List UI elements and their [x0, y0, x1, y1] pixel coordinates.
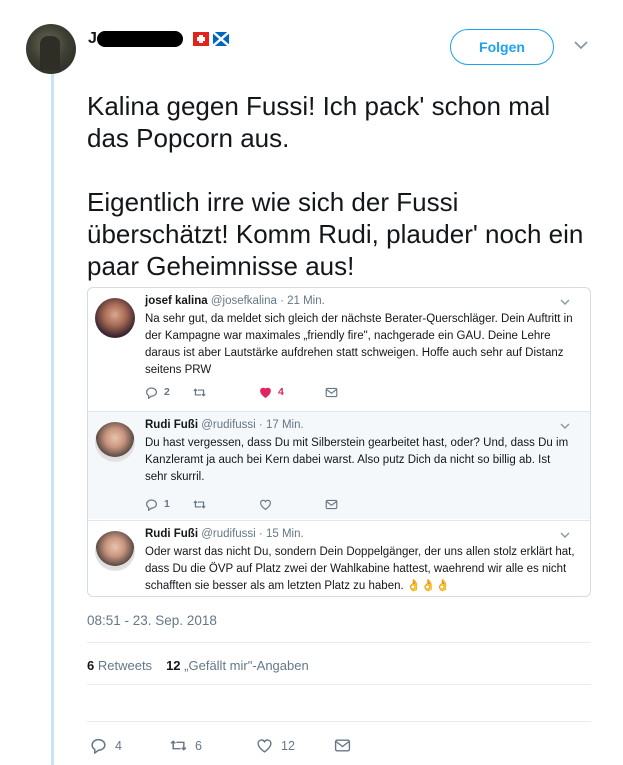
reply-action[interactable]: 1: [145, 498, 193, 511]
retweet-icon: [193, 499, 206, 509]
tweet-paragraph-2: Eigentlich irre wie sich der Fussi übers…: [87, 187, 584, 281]
reply-actions: 1: [145, 496, 338, 512]
thread-connector-line: [51, 74, 54, 765]
separator-dot: ·: [258, 419, 263, 431]
like-action[interactable]: [259, 498, 325, 511]
retweet-action[interactable]: [193, 498, 259, 511]
chevron-down-icon[interactable]: [560, 423, 570, 430]
quoted-reply[interactable]: Rudi Fußi @rudifussi · 17 Min. Du hast v…: [88, 411, 590, 519]
message-action[interactable]: [325, 386, 338, 399]
comment-icon: [91, 738, 106, 754]
retweet-button[interactable]: 6: [170, 737, 256, 754]
quoted-thread-card[interactable]: josef kalina @josefkalina · 21 Min. Na s…: [87, 287, 591, 597]
likes-stat-count: 12: [166, 658, 181, 673]
heart-icon: [260, 387, 271, 398]
retweets-stat[interactable]: 6 Retweets: [87, 658, 152, 673]
divider: [87, 684, 591, 685]
scottish-flag-icon: [212, 32, 229, 46]
envelope-icon: [325, 499, 338, 509]
separator-dot: ·: [258, 528, 263, 540]
divider: [87, 642, 591, 643]
comment-icon: [146, 386, 157, 399]
tweet-stats: 6 Retweets 12 „Gefällt mir"-Angaben: [87, 658, 309, 673]
reply-text: Du hast vergessen, dass Du mit Silberste…: [145, 437, 569, 483]
reply-time[interactable]: 15 Min.: [266, 528, 304, 540]
retweets-stat-label: Retweets: [97, 658, 153, 673]
reply-author-name[interactable]: Rudi Fußi: [145, 528, 198, 540]
reply-actions: 2 4: [145, 384, 338, 400]
direct-message-button[interactable]: [334, 737, 351, 754]
reply-header: Rudi Fußi @rudifussi · 15 Min.: [145, 528, 304, 540]
reply-text: Na sehr gut, da meldet sich gleich der n…: [145, 313, 573, 376]
reply-author-name[interactable]: josef kalina: [145, 295, 208, 307]
message-action[interactable]: [325, 498, 338, 511]
author-name-initial[interactable]: J: [88, 30, 97, 48]
reply-author-handle: @rudifussi: [201, 419, 256, 431]
reply-author-handle: @josefkalina: [210, 295, 277, 307]
chevron-down-icon[interactable]: [560, 299, 570, 306]
comment-icon: [146, 498, 157, 511]
reply-count: 4: [115, 738, 122, 753]
redacted-name-bar: [96, 31, 183, 47]
reply-header: Rudi Fußi @rudifussi · 17 Min.: [145, 419, 304, 431]
likes-stat-label: „Gefällt mir"-Angaben: [184, 658, 309, 673]
reply-author-name[interactable]: Rudi Fußi: [145, 419, 198, 431]
retweet-count: 6: [195, 738, 202, 753]
reply-count: 2: [164, 386, 170, 398]
retweet-icon: [170, 740, 187, 751]
reply-time[interactable]: 17 Min.: [266, 419, 304, 431]
reply-count: 1: [164, 498, 170, 510]
like-button[interactable]: 12: [256, 737, 334, 754]
heart-icon: [260, 499, 271, 510]
separator-dot: ·: [280, 295, 284, 307]
tweet-actions: 4 6 12: [90, 737, 351, 754]
avatar[interactable]: [95, 298, 135, 338]
tweet-paragraph-1: Kalina gegen Fussi! Ich pack' schon mal …: [87, 91, 551, 153]
tweet-text: Kalina gegen Fussi! Ich pack' schon mal …: [87, 90, 587, 282]
reply-time[interactable]: 21 Min.: [287, 295, 325, 307]
avatar[interactable]: [95, 531, 135, 571]
avatar[interactable]: [95, 422, 135, 462]
chevron-down-icon[interactable]: [574, 40, 588, 50]
tweet-timestamp[interactable]: 08:51 - 23. Sep. 2018: [87, 613, 217, 628]
heart-icon: [257, 739, 272, 753]
quoted-reply[interactable]: Rudi Fußi @rudifussi · 15 Min. Oder wars…: [88, 520, 590, 596]
reply-header: josef kalina @josefkalina · 21 Min.: [145, 295, 325, 307]
like-count: 12: [281, 738, 295, 753]
author-avatar[interactable]: [26, 24, 76, 74]
likes-stat[interactable]: 12 „Gefällt mir"-Angaben: [166, 658, 309, 673]
envelope-icon: [325, 387, 338, 397]
follow-button[interactable]: Folgen: [450, 29, 554, 65]
reply-author-handle: @rudifussi: [201, 528, 256, 540]
quoted-reply[interactable]: josef kalina @josefkalina · 21 Min. Na s…: [88, 288, 590, 410]
divider: [87, 721, 591, 722]
like-action[interactable]: 4: [259, 386, 325, 399]
retweet-icon: [193, 387, 206, 397]
reply-button[interactable]: 4: [90, 737, 170, 754]
retweets-stat-count: 6: [87, 658, 95, 673]
envelope-icon: [334, 739, 351, 752]
reply-action[interactable]: 2: [145, 386, 193, 399]
like-count: 4: [278, 386, 284, 398]
retweet-action[interactable]: [193, 386, 259, 399]
swiss-flag-icon: [192, 32, 209, 46]
author-name-row: J: [88, 28, 229, 50]
chevron-down-icon[interactable]: [560, 532, 570, 539]
reply-text: Oder warst das nicht Du, sondern Dein Do…: [145, 546, 575, 592]
